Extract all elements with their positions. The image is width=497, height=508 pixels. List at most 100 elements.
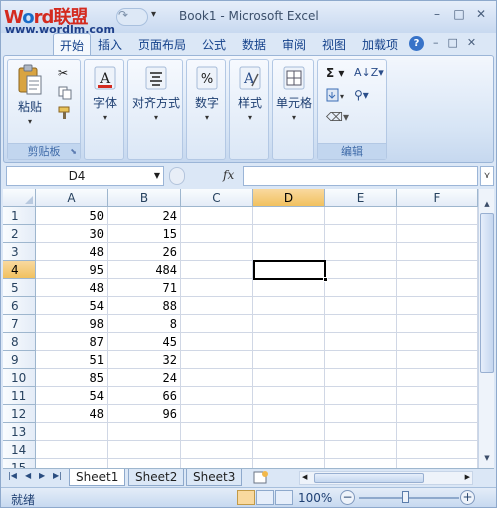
cell-f13[interactable] xyxy=(397,423,478,441)
cell-b11[interactable]: 66 xyxy=(108,387,181,405)
cell-d15[interactable] xyxy=(253,459,325,468)
page-break-preview-icon[interactable] xyxy=(275,490,293,505)
cell-f1[interactable] xyxy=(397,207,478,225)
cell-e1[interactable] xyxy=(325,207,397,225)
cell-d8[interactable] xyxy=(253,333,325,351)
tab-data[interactable]: 数据 xyxy=(242,36,266,53)
cell-f10[interactable] xyxy=(397,369,478,387)
cell-d10[interactable] xyxy=(253,369,325,387)
cell-d3[interactable] xyxy=(253,243,325,261)
cell-d9[interactable] xyxy=(253,351,325,369)
cell-a8[interactable]: 87 xyxy=(36,333,108,351)
cell-c6[interactable] xyxy=(181,297,253,315)
vertical-scrollbar[interactable]: ▲ ▼ xyxy=(478,189,494,468)
fill-handle[interactable] xyxy=(323,277,328,282)
cell-a3[interactable]: 48 xyxy=(36,243,108,261)
insert-function-icon[interactable]: fx xyxy=(223,168,234,182)
cell-b13[interactable] xyxy=(108,423,181,441)
cell-b2[interactable]: 15 xyxy=(108,225,181,243)
formula-input[interactable] xyxy=(243,166,478,186)
cell-c11[interactable] xyxy=(181,387,253,405)
row-header-13[interactable]: 13 xyxy=(3,423,36,441)
cell-a11[interactable]: 54 xyxy=(36,387,108,405)
cell-c13[interactable] xyxy=(181,423,253,441)
find-select-icon[interactable]: ⚲▾ xyxy=(354,88,369,102)
cell-e14[interactable] xyxy=(325,441,397,459)
cell-c2[interactable] xyxy=(181,225,253,243)
cell-a7[interactable]: 98 xyxy=(36,315,108,333)
cell-f6[interactable] xyxy=(397,297,478,315)
row-header-5[interactable]: 5 xyxy=(3,279,36,297)
cell-b1[interactable]: 24 xyxy=(108,207,181,225)
zoom-slider-thumb[interactable] xyxy=(402,491,409,503)
cell-b6[interactable]: 88 xyxy=(108,297,181,315)
cell-e10[interactable] xyxy=(325,369,397,387)
styles-button[interactable]: A 样式 ▾ xyxy=(232,66,268,122)
scroll-down-icon[interactable]: ▼ xyxy=(480,451,494,465)
zoom-out-icon[interactable]: − xyxy=(340,490,355,505)
cell-a1[interactable]: 50 xyxy=(36,207,108,225)
tab-formulas[interactable]: 公式 xyxy=(202,36,226,53)
cell-e12[interactable] xyxy=(325,405,397,423)
cell-a13[interactable] xyxy=(36,423,108,441)
cell-e9[interactable] xyxy=(325,351,397,369)
horizontal-scroll-thumb[interactable] xyxy=(314,473,424,483)
prev-sheet-icon[interactable]: ◀ xyxy=(25,471,31,480)
format-painter-icon[interactable] xyxy=(58,106,72,123)
tab-review[interactable]: 审阅 xyxy=(282,36,306,53)
chevron-down-icon[interactable]: ▼ xyxy=(154,171,160,180)
cell-a15[interactable] xyxy=(36,459,108,468)
page-layout-view-icon[interactable] xyxy=(256,490,274,505)
cell-d14[interactable] xyxy=(253,441,325,459)
cell-b14[interactable] xyxy=(108,441,181,459)
select-all-button[interactable] xyxy=(3,189,36,207)
cell-f2[interactable] xyxy=(397,225,478,243)
cell-b4[interactable]: 484 xyxy=(108,261,181,279)
row-header-6[interactable]: 6 xyxy=(3,297,36,315)
cell-e5[interactable] xyxy=(325,279,397,297)
fill-icon[interactable]: ▾ xyxy=(326,88,346,105)
copy-icon[interactable] xyxy=(58,86,72,103)
cell-e2[interactable] xyxy=(325,225,397,243)
row-header-7[interactable]: 7 xyxy=(3,315,36,333)
name-box[interactable]: D4 ▼ xyxy=(6,166,164,186)
cell-b12[interactable]: 96 xyxy=(108,405,181,423)
row-header-1[interactable]: 1 xyxy=(3,207,36,225)
cell-f14[interactable] xyxy=(397,441,478,459)
document-window-controls[interactable]: –□✕ xyxy=(433,36,485,49)
cell-a6[interactable]: 54 xyxy=(36,297,108,315)
sheet-tab-sheet1[interactable]: Sheet1 xyxy=(69,469,126,486)
cell-f11[interactable] xyxy=(397,387,478,405)
cell-f4[interactable] xyxy=(397,261,478,279)
cut-icon[interactable]: ✂ xyxy=(58,66,68,80)
cell-c12[interactable] xyxy=(181,405,253,423)
cell-c3[interactable] xyxy=(181,243,253,261)
cell-a14[interactable] xyxy=(36,441,108,459)
cell-f5[interactable] xyxy=(397,279,478,297)
cell-d1[interactable] xyxy=(253,207,325,225)
cell-f7[interactable] xyxy=(397,315,478,333)
paste-button[interactable]: 粘贴 ▾ xyxy=(12,64,48,126)
dialog-launcher-icon[interactable]: ⬊ xyxy=(70,147,77,156)
row-header-12[interactable]: 12 xyxy=(3,405,36,423)
sheet-tab-sheet2[interactable]: Sheet2 xyxy=(128,469,185,486)
sheet-tab-sheet3[interactable]: Sheet3 xyxy=(186,469,243,486)
cell-e6[interactable] xyxy=(325,297,397,315)
cell-a12[interactable]: 48 xyxy=(36,405,108,423)
tab-page-layout[interactable]: 页面布局 xyxy=(138,36,186,53)
row-header-14[interactable]: 14 xyxy=(3,441,36,459)
tab-view[interactable]: 视图 xyxy=(322,36,346,53)
cell-c5[interactable] xyxy=(181,279,253,297)
zoom-slider[interactable] xyxy=(359,497,459,499)
font-button[interactable]: A 字体 ▾ xyxy=(87,66,123,122)
cell-a2[interactable]: 30 xyxy=(36,225,108,243)
column-header-e[interactable]: E xyxy=(325,189,397,207)
cell-c1[interactable] xyxy=(181,207,253,225)
cell-f15[interactable] xyxy=(397,459,478,468)
cell-a5[interactable]: 48 xyxy=(36,279,108,297)
zoom-level[interactable]: 100% xyxy=(298,491,332,505)
last-sheet-icon[interactable]: ▶| xyxy=(53,471,62,480)
sort-filter-icon[interactable]: A↓Z▾ xyxy=(354,66,384,79)
autosum-icon[interactable]: Σ ▾ xyxy=(326,66,344,80)
cell-a4[interactable]: 95 xyxy=(36,261,108,279)
